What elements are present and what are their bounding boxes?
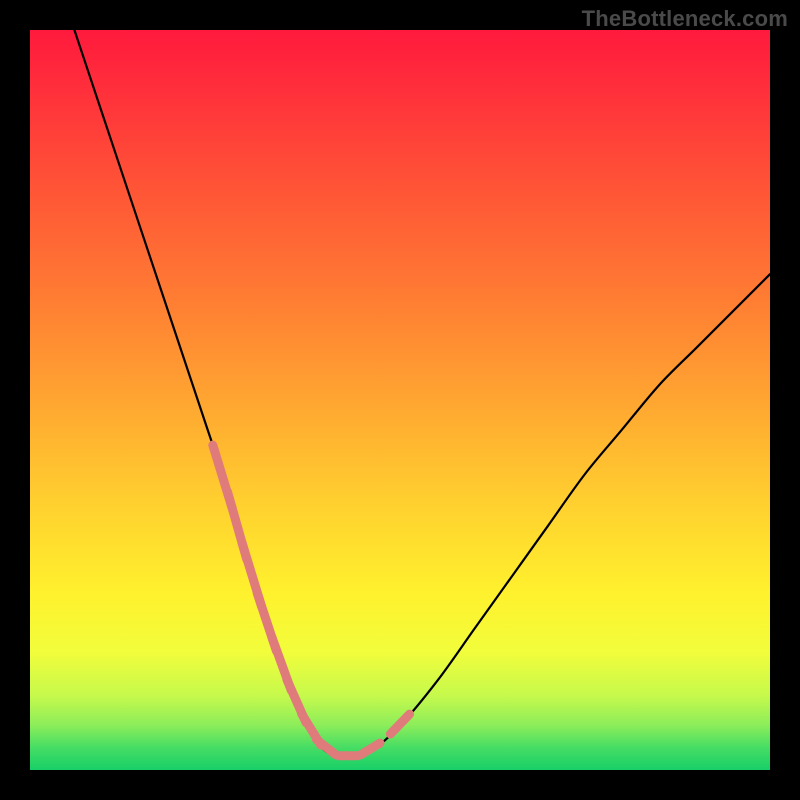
plot-area bbox=[30, 30, 770, 770]
chart-frame: TheBottleneck.com bbox=[0, 0, 800, 800]
valley-marker bbox=[390, 714, 409, 734]
curve-svg bbox=[30, 30, 770, 770]
watermark-text: TheBottleneck.com bbox=[582, 6, 788, 32]
valley-marker bbox=[316, 740, 335, 755]
bottleneck-curve bbox=[74, 30, 770, 759]
valley-marker bbox=[361, 743, 380, 755]
valley-markers bbox=[213, 445, 410, 756]
